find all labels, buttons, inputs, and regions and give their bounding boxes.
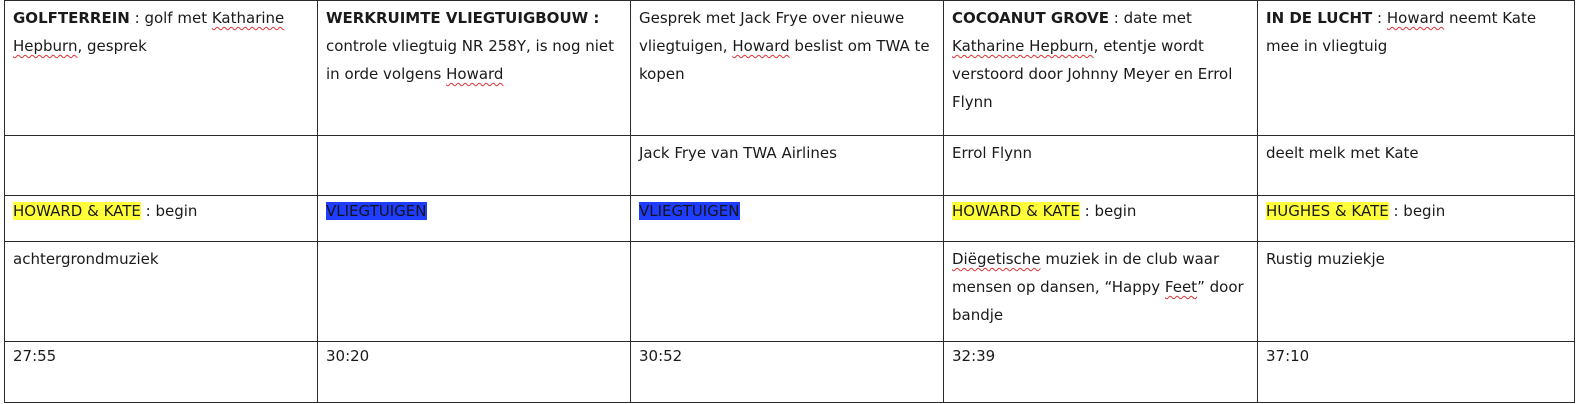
table-row-music: achtergrondmuziek Diëgetische muziek in … [4,241,1575,342]
cell-character-2[interactable] [317,135,631,196]
cell-music-5[interactable]: Rustig muziekje [1257,241,1575,342]
description-text: golf met [144,9,212,27]
cell-music-2[interactable] [317,241,631,342]
location-label: WERKRUIMTE VLIEGTUIGBOUW : [326,9,600,27]
cell-theme-3[interactable]: VLIEGTUIGEN [630,195,944,242]
spellcheck-word: Feet [1164,278,1198,296]
cell-character-5[interactable]: deelt melk met Kate [1257,135,1575,196]
theme-highlight: VLIEGTUIGEN [326,202,427,220]
table-row-characters: Jack Frye van TWA Airlines Errol Flynn d… [4,135,1575,196]
theme-highlight: HOWARD & KATE [952,202,1080,220]
cell-description-1[interactable]: GOLFTERREIN : golf met Katharine Hepburn… [4,0,318,136]
table-row-timestamps: 27:55 30:20 30:52 32:39 37:10 [4,341,1575,403]
spellcheck-word: Howard [732,37,790,55]
theme-highlight: HOWARD & KATE [13,202,141,220]
cell-character-4[interactable]: Errol Flynn [943,135,1258,196]
cell-time-1[interactable]: 27:55 [4,341,318,403]
cell-description-2[interactable]: WERKRUIMTE VLIEGTUIGBOUW : controle vlie… [317,0,631,136]
cell-time-4[interactable]: 32:39 [943,341,1258,403]
table-row-description: GOLFTERREIN : golf met Katharine Hepburn… [4,0,1575,136]
spellcheck-word: Diëgetische [952,250,1041,268]
cell-music-1[interactable]: achtergrondmuziek [4,241,318,342]
spellcheck-word: Katharine Hepburn [952,37,1094,55]
cell-character-1[interactable] [4,135,318,196]
cell-theme-5[interactable]: HUGHES & KATE : begin [1257,195,1575,242]
cell-theme-1[interactable]: HOWARD & KATE : begin [4,195,318,242]
cell-time-2[interactable]: 30:20 [317,341,631,403]
cell-music-4[interactable]: Diëgetische muziek in de club waar mense… [943,241,1258,342]
spellcheck-word: Hepburn [13,37,78,55]
cell-time-5[interactable]: 37:10 [1257,341,1575,403]
separator: : [1108,9,1124,27]
theme-highlight: VLIEGTUIGEN [639,202,740,220]
cell-music-3[interactable] [630,241,944,342]
spellcheck-word: Katharine [211,9,285,27]
table-row-themes: HOWARD & KATE : begin VLIEGTUIGEN VLIEGT… [4,195,1575,242]
theme-highlight: HUGHES & KATE [1266,202,1389,220]
cell-description-3[interactable]: Gesprek met Jack Frye over nieuwe vliegt… [630,0,944,136]
description-text: date met [1123,9,1192,27]
separator: : [129,9,145,27]
cell-description-4[interactable]: COCOANUT GROVE : date met Katharine Hepb… [943,0,1258,136]
cell-theme-2[interactable]: VLIEGTUIGEN [317,195,631,242]
cell-description-5[interactable]: IN DE LUCHT : Howard neemt Kate mee in v… [1257,0,1575,136]
cell-time-3[interactable]: 30:52 [630,341,944,403]
location-label: IN DE LUCHT [1266,9,1373,27]
theme-suffix: : begin [1388,202,1446,220]
scene-table: GOLFTERREIN : golf met Katharine Hepburn… [4,0,1575,403]
theme-suffix: : begin [140,202,198,220]
theme-suffix: : begin [1079,202,1137,220]
spellcheck-word: Howard [1386,9,1445,27]
cell-theme-4[interactable]: HOWARD & KATE : begin [943,195,1258,242]
separator: : [1372,9,1387,27]
cell-character-3[interactable]: Jack Frye van TWA Airlines [630,135,944,196]
description-text: , gesprek [77,37,147,55]
location-label: GOLFTERREIN [13,9,130,27]
spellcheck-word: Howard [446,65,504,83]
location-label: COCOANUT GROVE [952,9,1109,27]
